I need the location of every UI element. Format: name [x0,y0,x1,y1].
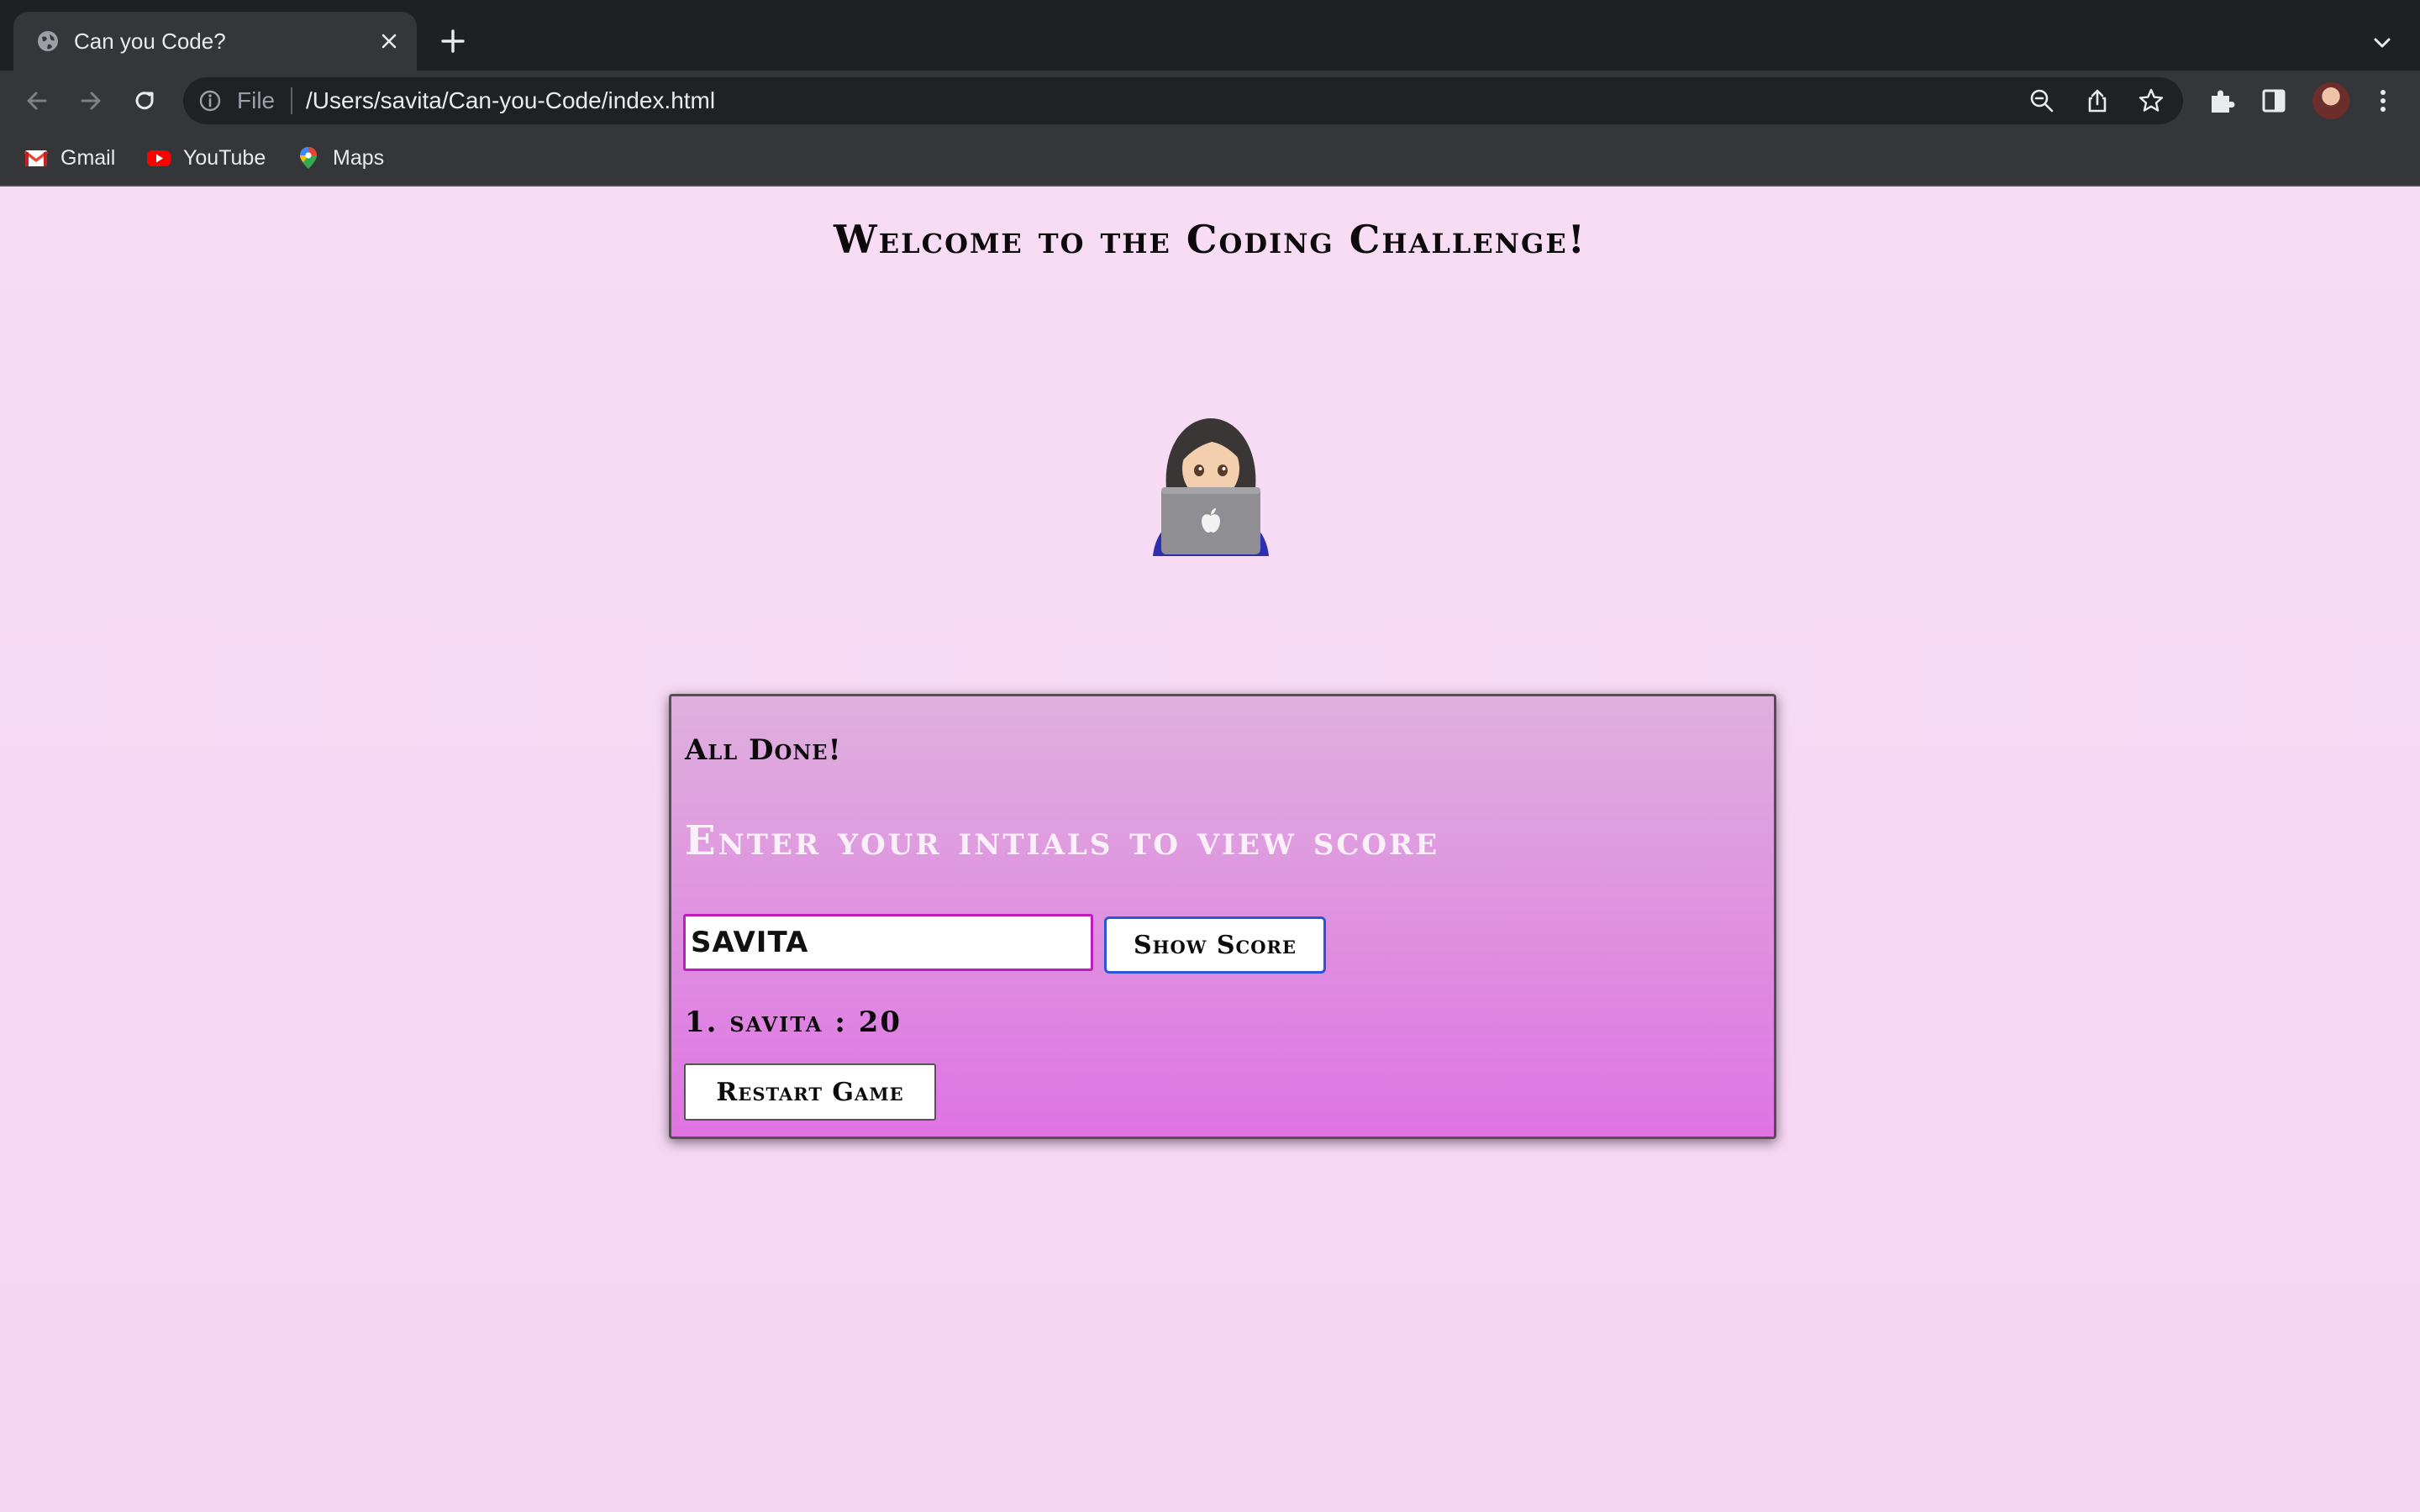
info-icon[interactable] [198,89,222,113]
browser-tab[interactable]: Can you Code? [13,12,417,71]
youtube-icon [147,150,171,166]
scheme-label: File [237,87,276,113]
show-score-button[interactable]: Show Score [1104,916,1326,974]
address-bar[interactable]: File /Users/savita/Can-you-Code/index.ht… [183,77,2183,124]
tab-title: Can you Code? [74,29,226,54]
close-tab-icon[interactable] [376,29,402,54]
browser-tab-strip: Can you Code? [0,0,2420,71]
bookmark-label: YouTube [183,146,266,170]
bookmark-maps[interactable]: Maps [296,143,384,173]
url-text[interactable]: /Users/savita/Can-you-Code/index.html [306,87,715,114]
forward-icon[interactable] [76,86,106,116]
maps-icon [300,147,317,169]
results-card: All Done! Enter your intials to view sco… [669,694,1776,1139]
page-viewport: Welcome to the Coding Challenge! All Don… [0,186,2420,1512]
new-tab-icon[interactable] [439,27,467,55]
bookmarks-bar: Gmail YouTube Maps [0,131,2420,186]
address-separator [291,87,292,114]
globe-icon [38,31,58,51]
browser-toolbar: File /Users/savita/Can-you-Code/index.ht… [0,71,2420,131]
score-list-item: 1. savita : 20 [685,1005,902,1039]
chevron-down-icon[interactable] [2370,30,2395,55]
zoom-out-icon[interactable] [2028,87,2055,114]
more-menu-icon[interactable] [2368,86,2398,116]
page-title: Welcome to the Coding Challenge! [834,217,1586,262]
bookmark-label: Maps [333,146,385,170]
share-icon[interactable] [2084,87,2111,114]
side-panel-icon[interactable] [2259,86,2289,116]
bookmark-gmail[interactable]: Gmail [24,143,115,173]
bookmark-label: Gmail [60,146,116,170]
woman-technologist-emoji [1153,418,1269,556]
back-icon[interactable] [22,86,52,116]
extensions-icon[interactable] [2207,86,2237,116]
all-done-heading: All Done! [685,733,842,767]
profile-avatar[interactable] [2312,82,2349,119]
initials-input[interactable] [683,914,1093,971]
restart-game-button[interactable]: Restart Game [684,1063,936,1121]
bookmark-star-icon[interactable] [2138,87,2165,114]
reload-icon[interactable] [129,86,160,116]
initials-prompt: Enter your intials to view score [685,817,1440,864]
bookmark-youtube[interactable]: YouTube [146,143,266,173]
gmail-icon [24,150,49,166]
